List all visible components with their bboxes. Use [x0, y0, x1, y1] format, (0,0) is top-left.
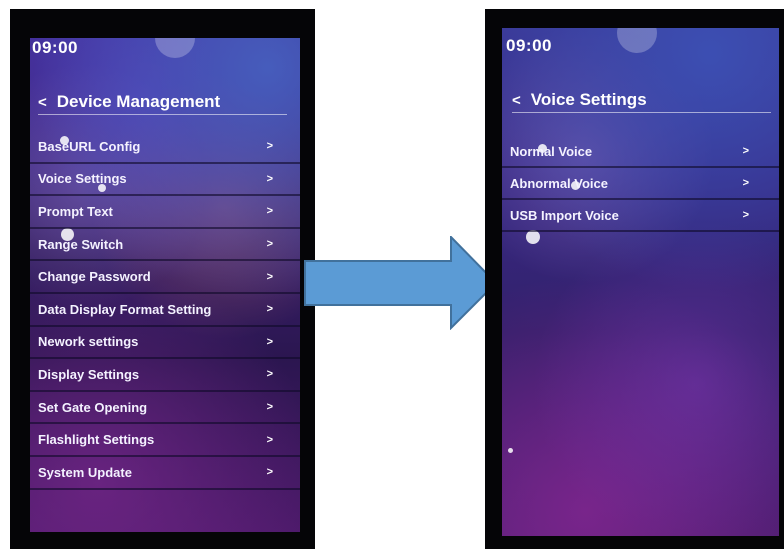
chevron-right-icon: >	[742, 177, 749, 189]
bokeh-dot	[508, 448, 513, 453]
back-title-bar[interactable]: < Voice Settings	[512, 88, 771, 113]
menu-item-prompt-text[interactable]: Prompt Text >	[30, 196, 300, 229]
chevron-right-icon: >	[266, 238, 273, 251]
menu-item-normal-voice[interactable]: Normal Voice >	[502, 136, 779, 168]
back-icon[interactable]: <	[512, 92, 521, 109]
chevron-right-icon: >	[742, 209, 749, 221]
menu-item-network-settings[interactable]: Nework settings >	[30, 327, 300, 360]
menu-item-label: Normal Voice	[510, 143, 593, 159]
chevron-right-icon: >	[266, 140, 273, 153]
menu-item-display-settings[interactable]: Display Settings >	[30, 359, 300, 392]
page-title: Device Management	[56, 92, 221, 111]
chevron-right-icon: >	[266, 368, 273, 381]
menu-item-system-update[interactable]: System Update >	[30, 457, 300, 490]
device-left: 09:00 < Device Management BaseURL Config…	[10, 9, 315, 549]
chevron-right-icon: >	[266, 466, 273, 479]
chevron-right-icon: >	[266, 401, 273, 414]
menu-item-label: Change Password	[38, 269, 151, 285]
menu-item-label: Flashlight Settings	[38, 432, 155, 448]
menu-item-range-switch[interactable]: Range Switch >	[30, 229, 300, 262]
voice-settings-screen: 09:00 < Voice Settings Normal Voice > Abn…	[502, 28, 779, 536]
menu-item-voice-settings[interactable]: Voice Settings >	[30, 164, 300, 197]
bokeh-dot	[617, 28, 657, 53]
menu-item-set-gate-opening[interactable]: Set Gate Opening >	[30, 392, 300, 425]
back-title-bar[interactable]: < Device Management	[38, 90, 287, 115]
back-icon[interactable]: <	[38, 94, 47, 111]
page-title: Voice Settings	[530, 90, 647, 109]
voice-menu: Normal Voice > Abnormal Voice > USB Import…	[502, 136, 779, 232]
status-clock: 09:00	[506, 36, 552, 55]
chevron-right-icon: >	[266, 172, 273, 185]
chevron-right-icon: >	[266, 205, 273, 218]
menu-item-label: Abnormal Voice	[510, 175, 609, 191]
chevron-right-icon: >	[266, 303, 273, 316]
menu-item-label: USB Import Voice	[510, 207, 619, 223]
menu-item-label: Range Switch	[38, 236, 124, 252]
menu-item-baseurl-config[interactable]: BaseURL Config >	[30, 131, 300, 164]
settings-menu: BaseURL Config > Voice Settings > Prompt T…	[30, 131, 300, 490]
device-management-screen: 09:00 < Device Management BaseURL Config…	[30, 38, 300, 532]
menu-item-label: Data Display Format Setting	[38, 301, 212, 317]
menu-item-label: Prompt Text	[38, 203, 113, 219]
chevron-right-icon: >	[742, 145, 749, 157]
bokeh-dot	[155, 38, 195, 58]
menu-item-label: BaseURL Config	[38, 138, 141, 154]
menu-item-flashlight-settings[interactable]: Flashlight Settings >	[30, 424, 300, 457]
arrow-shape	[304, 236, 498, 330]
device-right: 09:00 < Voice Settings Normal Voice > Abn…	[485, 9, 784, 549]
menu-item-label: System Update	[38, 464, 132, 480]
right-arrow-icon	[304, 236, 498, 330]
menu-item-label: Nework settings	[38, 334, 139, 350]
status-clock: 09:00	[32, 38, 78, 57]
menu-item-label: Display Settings	[38, 366, 140, 382]
menu-item-change-password[interactable]: Change Password >	[30, 261, 300, 294]
menu-item-usb-import-voice[interactable]: USB Import Voice >	[502, 200, 779, 232]
bokeh-dot	[526, 230, 540, 244]
chevron-right-icon: >	[266, 270, 273, 283]
chevron-right-icon: >	[266, 335, 273, 348]
chevron-right-icon: >	[266, 433, 273, 446]
menu-item-data-display-format[interactable]: Data Display Format Setting >	[30, 294, 300, 327]
menu-item-abnormal-voice[interactable]: Abnormal Voice >	[502, 168, 779, 200]
menu-item-label: Voice Settings	[38, 171, 127, 187]
menu-item-label: Set Gate Opening	[38, 399, 148, 415]
